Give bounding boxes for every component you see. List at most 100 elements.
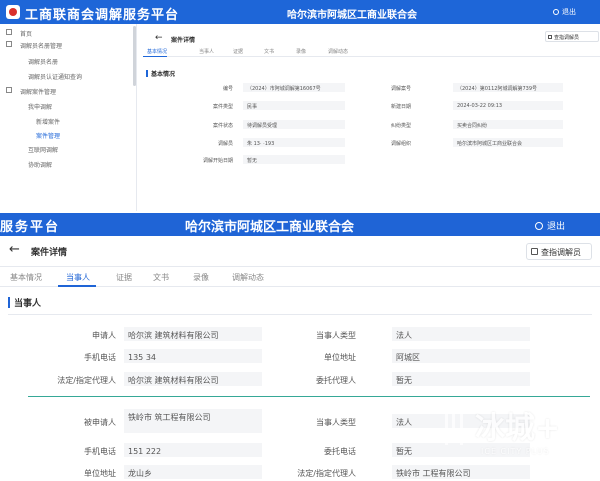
field-value: 铁岭市 筑工程有限公司 [124, 409, 262, 433]
guide-mediator-button[interactable]: 查指调解员 [526, 243, 592, 260]
field-label: 调解员 [217, 141, 233, 147]
section-marker [8, 297, 10, 308]
field-value: （2024）第0112阿城调解第739号 [453, 83, 563, 92]
tab-bar: 基本情况 当事人 证据 文书 录像 调解动态 [143, 46, 600, 57]
field-value: 哈尔滨 建筑材料有限公司 [124, 372, 262, 386]
sidebar-item-assist-mediation[interactable]: 协助调解 [28, 160, 52, 169]
field-label: 单位地址 [324, 353, 356, 362]
logout-icon [535, 222, 543, 230]
tab-parties[interactable]: 当事人 [66, 272, 90, 283]
tab-video[interactable]: 录像 [193, 272, 209, 283]
page-title: 案件详情 [171, 37, 196, 44]
field-label: 编号 [222, 86, 233, 92]
sidebar-item-mediator-cert[interactable]: 调解员认证通知查询 [28, 72, 82, 81]
sidebar-item-mediator-roster-mgmt[interactable]: 调解员名册管理 [20, 41, 62, 50]
watermark-subtext: ICE CITY PLUS [481, 447, 550, 456]
sidebar-item-case-mgmt[interactable]: 调解案件管理 [20, 87, 56, 96]
tab-parties[interactable]: 当事人 [199, 48, 214, 55]
screenshot-top: 工商联商会调解服务平台 哈尔滨市阿城区工商业联合会 退出 首页 调解员名册管理 … [0, 0, 600, 215]
page-header: ← 案件详情 查指调解员 [0, 236, 600, 267]
sidebar-item-case-list[interactable]: 案件管理 [36, 131, 60, 140]
section-divider [8, 314, 592, 315]
section-title: 基本情况 [151, 71, 176, 78]
field-value: 民事 [243, 101, 345, 110]
field-label: 调解案号 [390, 86, 411, 92]
field-label: 法定/指定代理人 [57, 376, 116, 385]
tab-documents[interactable]: 文书 [264, 48, 274, 55]
field-label: 纠纷类型 [390, 123, 411, 129]
field-value: 龙山乡 [124, 465, 262, 479]
field-label: 当事人类型 [316, 418, 356, 427]
org-name: 哈尔滨市阿城区工商业联合会 [287, 10, 417, 21]
field-label: 新建日期 [390, 104, 411, 110]
tab-documents[interactable]: 文书 [153, 272, 169, 283]
field-label: 委托电话 [324, 447, 356, 456]
party-divider [28, 396, 590, 397]
home-icon [6, 29, 12, 35]
field-value: 铁岭市 工程有限公司 [392, 465, 530, 479]
tab-bar: 基本情况 当事人 证据 文书 录像 调解动态 [0, 267, 600, 287]
logout-button[interactable]: 退出 [553, 7, 576, 17]
guide-mediator-button[interactable]: 查指调解员 [545, 31, 599, 42]
app-title: 服务平台 [0, 220, 61, 235]
watermark-text: 冰城+ [475, 411, 561, 446]
app-title: 工商联商会调解服务平台 [25, 8, 180, 23]
sidebar-item-home[interactable]: 首页 [20, 29, 32, 38]
field-label: 案件类型 [212, 104, 233, 110]
guide-icon [531, 248, 538, 255]
field-value: 暂无 [243, 155, 345, 164]
guide-icon [548, 35, 552, 39]
field-label: 手机电话 [84, 447, 116, 456]
back-arrow-icon[interactable]: ← [9, 242, 20, 257]
field-value: 哈尔滨 建筑材料有限公司 [124, 327, 262, 341]
field-label: 调解组织 [390, 141, 411, 147]
field-value: 朱 13· ·193 [243, 138, 345, 147]
field-value: 法人 [392, 327, 530, 341]
sidebar-item-new-case[interactable]: 新增案件 [36, 117, 60, 126]
watermark-icon [445, 407, 463, 445]
page-title: 案件详情 [31, 248, 68, 258]
field-value: 151 222 [124, 443, 262, 457]
sidebar-scrollbar[interactable] [133, 26, 136, 86]
field-value: 买卖合同纠纷 [453, 120, 563, 129]
app-header: 工商联商会调解服务平台 哈尔滨市阿城区工商业联合会 退出 [0, 0, 600, 24]
active-tab-indicator [143, 56, 167, 57]
logout-icon [553, 9, 559, 15]
field-value: （2024）市阿城调解第16067号 [243, 83, 345, 92]
field-value: 2024-03-22 09:13 [453, 101, 563, 110]
logout-label: 退出 [547, 222, 566, 232]
back-arrow-icon[interactable]: ← [155, 33, 163, 43]
tab-evidence[interactable]: 证据 [233, 48, 243, 55]
field-label: 调解开始日期 [202, 158, 233, 164]
section-title: 当事人 [14, 299, 42, 309]
sidebar-item-mediator-roster[interactable]: 调解员名册 [28, 57, 58, 66]
main-content: ← 案件详情 查指调解员 基本情况 当事人 证据 文书 录像 调解动态 基本情况… [143, 28, 600, 215]
app-header: 服务平台 哈尔滨市阿城区工商业联合会 退出 [0, 213, 600, 236]
field-label: 案件状态 [212, 123, 233, 129]
tab-evidence[interactable]: 证据 [116, 272, 132, 283]
sidebar-item-online-mediation[interactable]: 互联网调解 [28, 145, 58, 154]
field-value: 暂无 [392, 372, 530, 386]
org-name: 哈尔滨市阿城区工商业联合会 [185, 220, 355, 235]
field-value: 135 34 [124, 349, 262, 363]
sidebar: 首页 调解员名册管理 调解员名册 调解员认证通知查询 调解案件管理 我申调解 新… [0, 24, 137, 215]
field-value: 待调解员受理 [243, 120, 345, 129]
logout-button[interactable]: 退出 [535, 219, 565, 232]
tab-video[interactable]: 录像 [296, 48, 306, 55]
sidebar-item-my-mediation[interactable]: 我申调解 [28, 102, 52, 111]
people-icon [6, 41, 12, 47]
field-value: 哈尔滨市阿城区工商业联合会 [453, 138, 563, 147]
field-label: 申请人 [92, 331, 116, 340]
tab-basic[interactable]: 基本情况 [147, 48, 167, 55]
tab-basic[interactable]: 基本情况 [10, 272, 42, 283]
file-icon [6, 87, 12, 93]
field-label: 委托代理人 [316, 376, 356, 385]
tab-progress[interactable]: 调解动态 [328, 48, 348, 55]
field-label: 手机电话 [84, 353, 116, 362]
logo-icon [6, 5, 20, 19]
logout-label: 退出 [562, 8, 576, 16]
active-tab-indicator [58, 285, 96, 287]
watermark-logo: 冰城+ ICE CITY PLUS [445, 403, 600, 463]
tab-progress[interactable]: 调解动态 [232, 272, 264, 283]
field-label: 单位地址 [84, 469, 116, 478]
